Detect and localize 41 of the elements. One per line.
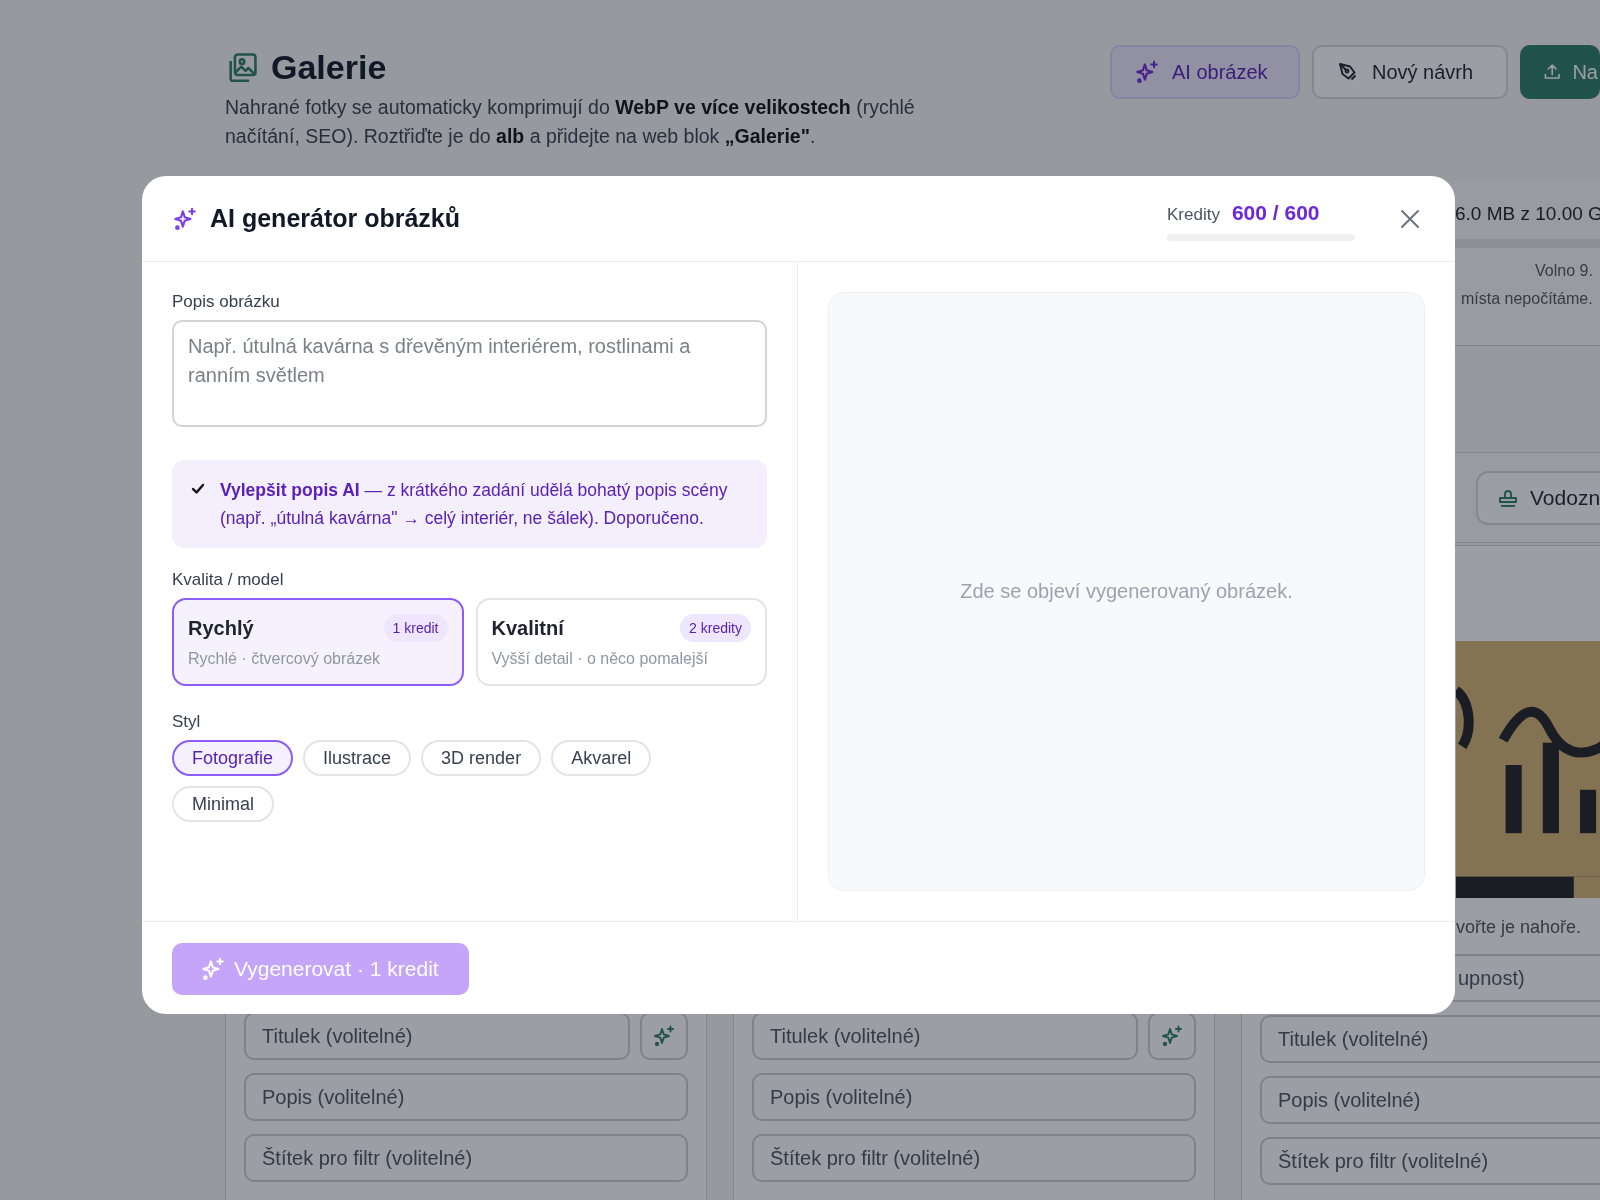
sparkle-icon	[1134, 59, 1160, 85]
style-chip[interactable]: Minimal	[172, 786, 274, 822]
storage-note: místa nepočítáme.	[1461, 290, 1594, 308]
quality-option[interactable]: Rychlý 1 kredit Rychlé · čtvercový obrázek	[172, 598, 464, 686]
sparkle-icon	[652, 1024, 676, 1048]
ai-title-button[interactable]	[640, 1012, 688, 1060]
title-field[interactable]: Titulek (volitelné)	[1260, 1015, 1600, 1063]
new-draft-button[interactable]: Nový návrh	[1312, 45, 1508, 99]
sparkle-icon	[1160, 1024, 1184, 1048]
style-chip[interactable]: Ilustrace	[303, 740, 412, 776]
title-field[interactable]: Titulek (volitelné)	[244, 1012, 630, 1060]
description-field[interactable]: Popis (volitelné)	[752, 1073, 1196, 1121]
close-icon	[1400, 208, 1420, 229]
image-preview-area: Zde se objeví vygenerovaný obrázek.	[828, 292, 1425, 891]
image-caption: vořte je nahoře.	[1456, 916, 1583, 939]
prompt-label: Popis obrázku	[172, 292, 281, 312]
page-description: Nahrané fotky se automaticky komprimují do WebP ve více velikostech (rychlé načítání, SEO). Roztřiďte je do alb a přidejte na web blok „Galerie".	[225, 95, 916, 149]
sparkle-icon	[172, 205, 198, 232]
credits-value: 600 / 600	[1231, 200, 1320, 225]
title-field[interactable]: Titulek (volitelné)	[752, 1012, 1138, 1060]
style-chip[interactable]: 3D render	[421, 740, 542, 776]
tag-field[interactable]: Štítek pro filtr (volitelné)	[244, 1134, 688, 1182]
ai-image-button[interactable]: AI obrázek	[1110, 45, 1300, 99]
description-field[interactable]: Popis (volitelné)	[1260, 1076, 1600, 1124]
style-label: Styl	[172, 712, 202, 732]
watermark-button[interactable]: Vodozn	[1476, 470, 1600, 525]
description-field[interactable]: Popis (volitelné)	[244, 1073, 688, 1121]
prompt-field[interactable]: Např. útulná kavárna s dřevěným interiérem, rostlinami a ranním světlem	[172, 320, 767, 427]
sparkle-icon	[200, 956, 226, 982]
enhance-text: Vylepšit popis AI — z krátkého zadání udělá bohatý popis scény (např. „útulná kavárna" → celý interiér, ne šálek). Doporučeno.	[220, 479, 729, 530]
ai-title-button[interactable]	[1148, 1012, 1196, 1060]
page-title: Galerie	[271, 48, 387, 87]
style-chip[interactable]: Fotografie	[172, 740, 294, 776]
credits-label: Kredity	[1167, 204, 1220, 225]
tag-field[interactable]: Štítek pro filtr (volitelné)	[752, 1134, 1196, 1182]
modal-title: AI generátor obrázků	[210, 204, 462, 233]
tag-field[interactable]: Štítek pro filtr (volitelné)	[1260, 1137, 1600, 1185]
quality-option[interactable]: Kvalitní 2 kredity Vyšší detail · o něco pomalejší	[475, 598, 767, 686]
quality-label: Kvalita / model	[172, 570, 285, 590]
storage-free: Volno 9.	[1535, 262, 1594, 280]
style-chip[interactable]: Akvarel	[551, 740, 652, 776]
